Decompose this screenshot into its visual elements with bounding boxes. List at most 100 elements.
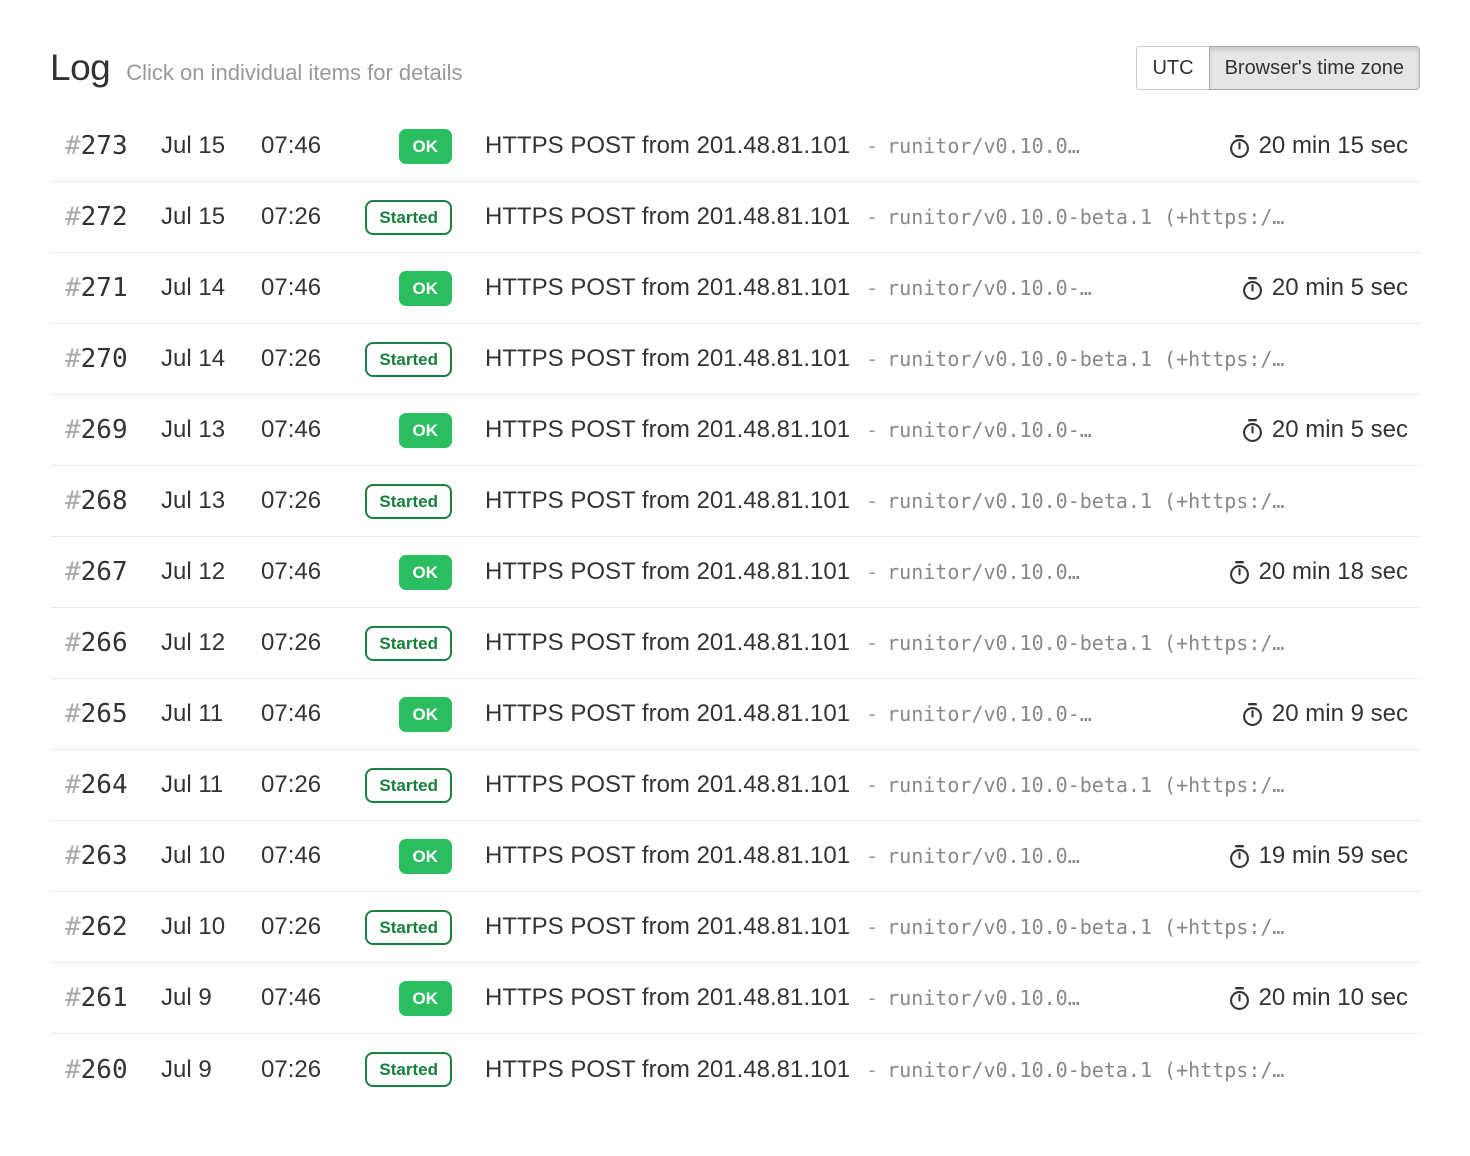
event-description: HTTPS POST from 201.48.81.101 xyxy=(485,913,850,940)
stopwatch-icon xyxy=(1228,134,1251,159)
status-badge-cell: OK xyxy=(346,839,452,874)
event-id-hash: # xyxy=(65,699,81,729)
separator-dash: - xyxy=(866,560,878,584)
event-date: Jul 10 xyxy=(161,842,261,870)
event-id: #267 xyxy=(50,557,161,587)
tz-browser-button[interactable]: Browser's time zone xyxy=(1209,46,1420,90)
status-badge: OK xyxy=(399,271,453,306)
event-id: #262 xyxy=(50,912,161,942)
event-id-number: 269 xyxy=(81,415,128,445)
event-id-hash: # xyxy=(65,983,81,1013)
event-id-hash: # xyxy=(65,415,81,445)
duration: 20 min 10 sec xyxy=(1228,984,1420,1012)
event-time: 07:46 xyxy=(261,274,346,302)
event-id-hash: # xyxy=(65,912,81,942)
log-row[interactable]: #268 Jul 13 07:26 Started HTTPS POST fro… xyxy=(50,466,1420,537)
user-agent-text: runitor/v0.10.0-… xyxy=(887,276,1092,300)
user-agent-text: runitor/v0.10.0… xyxy=(887,844,1080,868)
event-description-cell: HTTPS POST from 201.48.81.101-runitor/v0… xyxy=(485,274,1226,302)
log-row[interactable]: #271 Jul 14 07:46 OK HTTPS POST from 201… xyxy=(50,253,1420,324)
event-description-cell: HTTPS POST from 201.48.81.101-runitor/v0… xyxy=(485,203,1420,231)
event-description-cell: HTTPS POST from 201.48.81.101-runitor/v0… xyxy=(485,416,1226,444)
status-badge: OK xyxy=(399,555,453,590)
log-row[interactable]: #261 Jul 9 07:46 OK HTTPS POST from 201.… xyxy=(50,963,1420,1034)
event-date: Jul 9 xyxy=(161,1056,261,1084)
user-agent-text: runitor/v0.10.0-beta.1 (+https:/… xyxy=(887,915,1284,939)
event-id-number: 272 xyxy=(81,202,128,232)
log-row[interactable]: #266 Jul 12 07:26 Started HTTPS POST fro… xyxy=(50,608,1420,679)
status-badge: Started xyxy=(365,484,452,519)
event-date: Jul 13 xyxy=(161,487,261,515)
event-description: HTTPS POST from 201.48.81.101 xyxy=(485,345,850,372)
duration: 20 min 5 sec xyxy=(1241,274,1420,302)
user-agent-text: runitor/v0.10.0-beta.1 (+https:/… xyxy=(887,773,1284,797)
log-row[interactable]: #265 Jul 11 07:46 OK HTTPS POST from 201… xyxy=(50,679,1420,750)
log-row[interactable]: #273 Jul 15 07:46 OK HTTPS POST from 201… xyxy=(50,111,1420,182)
page-title: Log xyxy=(50,47,110,89)
event-id-number: 265 xyxy=(81,699,128,729)
event-description-cell: HTTPS POST from 201.48.81.101-runitor/v0… xyxy=(485,913,1420,941)
event-description: HTTPS POST from 201.48.81.101 xyxy=(485,487,850,514)
separator-dash: - xyxy=(866,347,878,371)
status-badge: OK xyxy=(399,129,453,164)
event-date: Jul 13 xyxy=(161,416,261,444)
event-id-hash: # xyxy=(65,486,81,516)
event-date: Jul 12 xyxy=(161,629,261,657)
event-description: HTTPS POST from 201.48.81.101 xyxy=(485,700,850,727)
event-description-cell: HTTPS POST from 201.48.81.101-runitor/v0… xyxy=(485,984,1213,1012)
event-date: Jul 10 xyxy=(161,913,261,941)
status-badge-cell: Started xyxy=(346,626,452,661)
log-row[interactable]: #269 Jul 13 07:46 OK HTTPS POST from 201… xyxy=(50,395,1420,466)
event-time: 07:26 xyxy=(261,345,346,373)
stopwatch-icon xyxy=(1241,276,1264,301)
status-badge: OK xyxy=(399,981,453,1016)
log-row[interactable]: #270 Jul 14 07:26 Started HTTPS POST fro… xyxy=(50,324,1420,395)
event-id: #271 xyxy=(50,273,161,303)
event-id: #268 xyxy=(50,486,161,516)
log-page: Log Click on individual items for detail… xyxy=(0,0,1470,1156)
log-row[interactable]: #262 Jul 10 07:26 Started HTTPS POST fro… xyxy=(50,892,1420,963)
event-description-cell: HTTPS POST from 201.48.81.101-runitor/v0… xyxy=(485,558,1213,586)
separator-dash: - xyxy=(866,844,878,868)
event-description: HTTPS POST from 201.48.81.101 xyxy=(485,1056,850,1083)
tz-utc-button[interactable]: UTC xyxy=(1136,46,1209,90)
log-row[interactable]: #263 Jul 10 07:46 OK HTTPS POST from 201… xyxy=(50,821,1420,892)
event-id-number: 263 xyxy=(81,841,128,871)
event-time: 07:26 xyxy=(261,771,346,799)
status-badge-cell: Started xyxy=(346,1052,452,1087)
event-id-number: 267 xyxy=(81,557,128,587)
log-row[interactable]: #272 Jul 15 07:26 Started HTTPS POST fro… xyxy=(50,182,1420,253)
event-description: HTTPS POST from 201.48.81.101 xyxy=(485,416,850,443)
header-title-group: Log Click on individual items for detail… xyxy=(50,47,463,89)
log-row[interactable]: #264 Jul 11 07:26 Started HTTPS POST fro… xyxy=(50,750,1420,821)
separator-dash: - xyxy=(866,986,878,1010)
event-id-number: 264 xyxy=(81,770,128,800)
status-badge-cell: Started xyxy=(346,342,452,377)
event-description: HTTPS POST from 201.48.81.101 xyxy=(485,629,850,656)
event-time: 07:46 xyxy=(261,842,346,870)
event-description-cell: HTTPS POST from 201.48.81.101-runitor/v0… xyxy=(485,132,1213,160)
status-badge-cell: Started xyxy=(346,200,452,235)
event-date: Jul 11 xyxy=(161,771,261,799)
event-id-number: 268 xyxy=(81,486,128,516)
user-agent-text: runitor/v0.10.0-… xyxy=(887,418,1092,442)
event-description-cell: HTTPS POST from 201.48.81.101-runitor/v0… xyxy=(485,842,1213,870)
log-row[interactable]: #260 Jul 9 07:26 Started HTTPS POST from… xyxy=(50,1034,1420,1105)
user-agent-text: runitor/v0.10.0-beta.1 (+https:/… xyxy=(887,631,1284,655)
event-date: Jul 14 xyxy=(161,274,261,302)
event-id-number: 273 xyxy=(81,131,128,161)
duration-text: 20 min 5 sec xyxy=(1272,274,1408,302)
event-description-cell: HTTPS POST from 201.48.81.101-runitor/v0… xyxy=(485,345,1420,373)
user-agent-text: runitor/v0.10.0… xyxy=(887,986,1080,1010)
event-id-hash: # xyxy=(65,770,81,800)
event-id: #273 xyxy=(50,131,161,161)
duration: 20 min 9 sec xyxy=(1241,700,1420,728)
event-id: #264 xyxy=(50,770,161,800)
event-time: 07:46 xyxy=(261,700,346,728)
log-row[interactable]: #267 Jul 12 07:46 OK HTTPS POST from 201… xyxy=(50,537,1420,608)
status-badge-cell: OK xyxy=(346,129,452,164)
page-header: Log Click on individual items for detail… xyxy=(0,0,1470,90)
event-id: #272 xyxy=(50,202,161,232)
event-id: #261 xyxy=(50,983,161,1013)
duration-text: 20 min 9 sec xyxy=(1272,700,1408,728)
